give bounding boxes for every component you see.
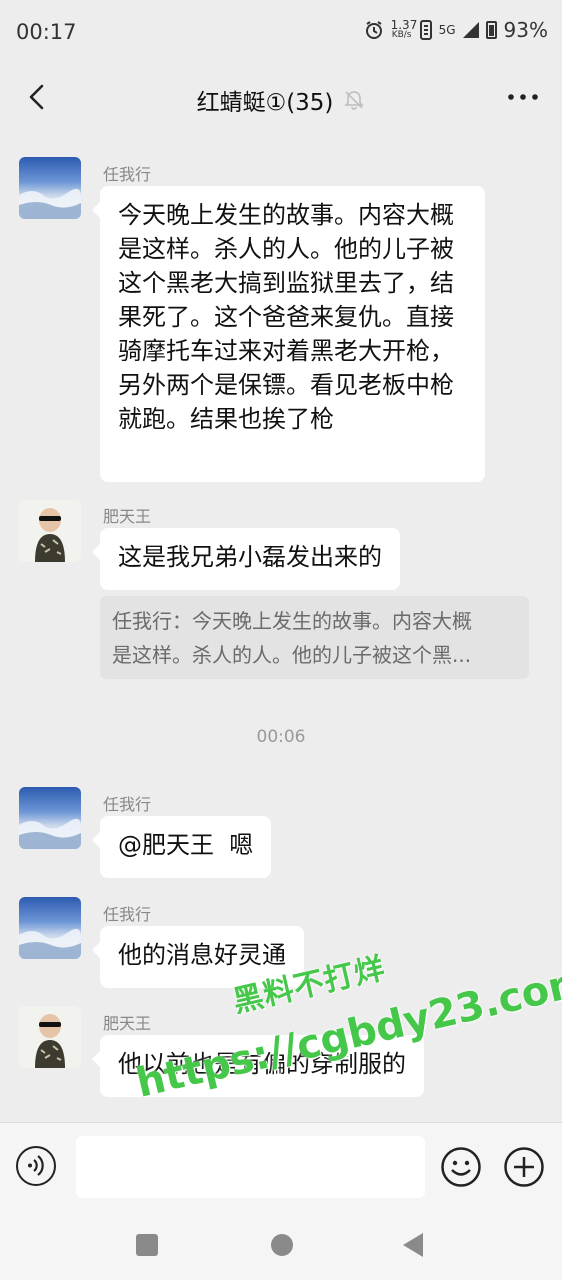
message-bubble[interactable]: 这是我兄弟小磊发出来的 xyxy=(92,528,400,590)
sender-name: 肥天王 xyxy=(103,507,152,526)
kid-avatar[interactable] xyxy=(19,500,81,562)
system-nav-bar xyxy=(0,1212,562,1280)
status-bar: 00:17 1.37 KB/s 5G 93% xyxy=(0,0,562,70)
message-bubble[interactable]: @肥天王 嗯 xyxy=(91,816,272,878)
chat-title: 红蜻蜓①(35) xyxy=(196,90,334,116)
sender-name: 任我行 xyxy=(103,905,152,924)
battery-icon xyxy=(485,21,497,39)
quote-line: 任我行：今天晚上发生的故事。内容大概 xyxy=(112,609,472,633)
quote-line: 是这样。杀人的人。他的儿子被这个黑... xyxy=(112,643,472,667)
emoji-icon[interactable] xyxy=(440,1146,482,1188)
sender-name: 任我行 xyxy=(103,165,152,184)
sky-avatar[interactable] xyxy=(19,897,81,959)
sender-name: 肥天王 xyxy=(103,1014,152,1033)
signal-icon xyxy=(462,22,479,38)
quoted-message[interactable]: 任我行：今天晚上发生的故事。内容大概 是这样。杀人的人。他的儿子被这个黑... xyxy=(100,596,529,679)
data-icon xyxy=(419,20,432,40)
sky-avatar[interactable] xyxy=(19,157,81,219)
network-type: 5G xyxy=(438,22,456,37)
battery-level: 93% xyxy=(503,18,548,42)
input-bar xyxy=(0,1122,562,1213)
chat-title-area: 红蜻蜓①(35) xyxy=(0,83,562,117)
back-icon[interactable] xyxy=(403,1233,423,1257)
status-time: 00:17 xyxy=(16,20,77,44)
sky-avatar[interactable] xyxy=(19,787,81,849)
sender-name: 任我行 xyxy=(103,795,152,814)
net-speed: 1.37 KB/s xyxy=(390,18,418,40)
message-bubble[interactable]: 今天晚上发生的故事。内容大概是这样。杀人的人。他的儿子被这个黑老大搞到监狱里去了… xyxy=(92,186,485,482)
chat-timestamp: 00:06 xyxy=(256,727,306,747)
status-icons: 1.37 KB/s 5G 93% xyxy=(364,18,548,42)
plus-icon[interactable] xyxy=(503,1146,545,1188)
kid-avatar[interactable] xyxy=(19,1006,81,1068)
chat-header: 红蜻蜓①(35) xyxy=(0,70,562,128)
message-bubble[interactable]: 他以前也是有偏的穿制服的 xyxy=(92,1035,424,1097)
message-bubble[interactable]: 他的消息好灵通 xyxy=(92,926,304,988)
home-icon[interactable] xyxy=(271,1234,293,1256)
message-input[interactable] xyxy=(76,1136,425,1198)
more-icon[interactable] xyxy=(506,82,540,112)
recent-apps-icon[interactable] xyxy=(136,1234,158,1256)
alarm-icon xyxy=(365,21,382,39)
bell-off-icon xyxy=(344,91,365,110)
voice-icon[interactable] xyxy=(16,1146,56,1186)
